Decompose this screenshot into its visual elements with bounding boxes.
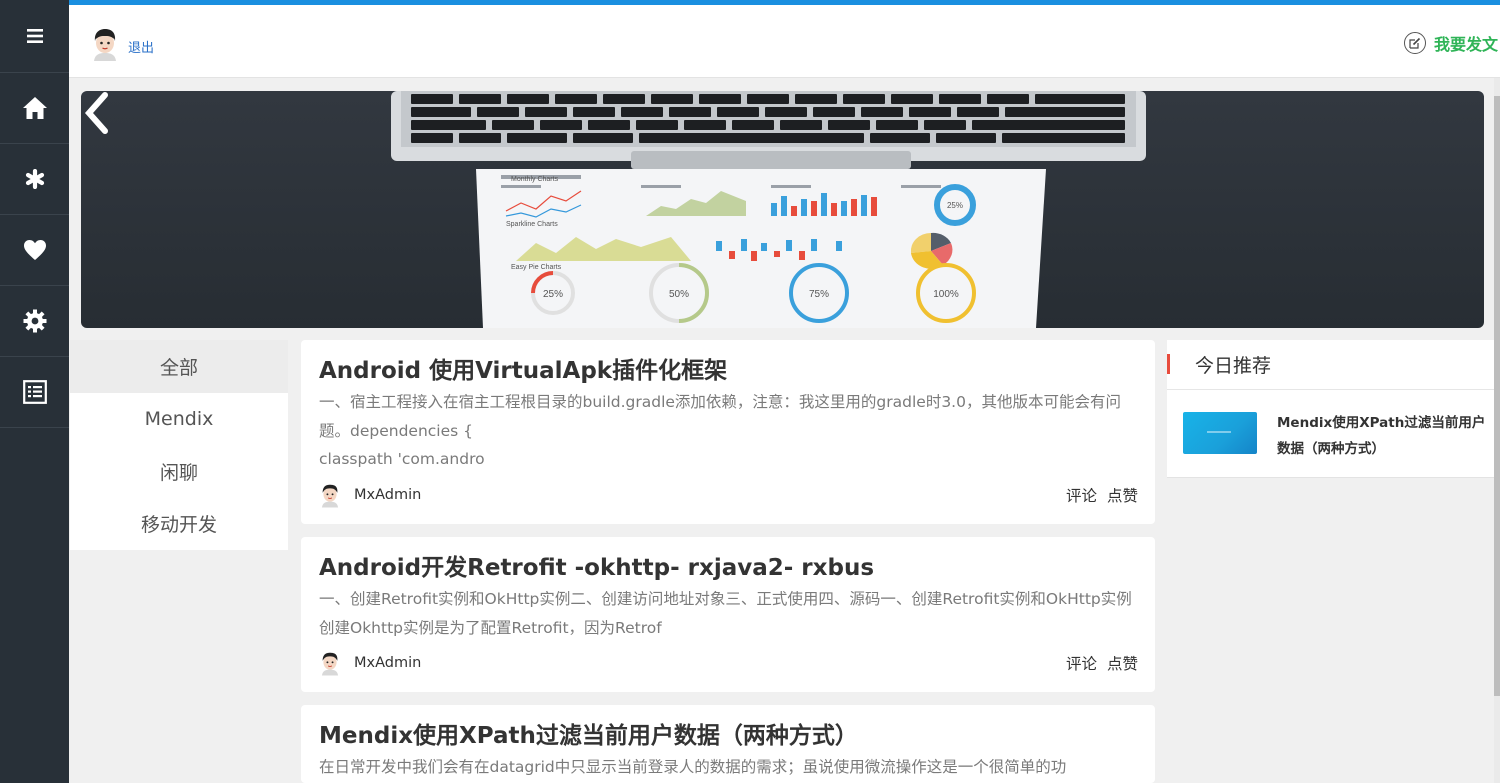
banner-gauge-2: 50% xyxy=(669,289,689,300)
write-post-label: 我要发文 xyxy=(1433,35,1498,54)
category-nav: 全部 Mendix 闲聊 移动开发 xyxy=(70,340,288,550)
menu-icon xyxy=(26,29,43,43)
page-scrollbar[interactable] xyxy=(1494,78,1500,783)
article-meta: MxAdmin 评论 点赞 xyxy=(319,650,1138,676)
category-mobile-dev[interactable]: 移动开发 xyxy=(70,498,288,551)
recommendation-title: Mendix使用XPath过滤当前用户数据（两种方式） xyxy=(1277,415,1486,457)
banner-gauge-1: 25% xyxy=(543,289,563,300)
heart-icon xyxy=(23,240,46,260)
banner-gauge-3: 75% xyxy=(809,289,829,300)
article-actions: 评论 点赞 xyxy=(1066,652,1138,674)
chevron-left-icon xyxy=(84,92,108,134)
article-meta: MxAdmin 评论 点赞 xyxy=(319,482,1138,508)
author-avatar[interactable] xyxy=(319,650,341,676)
sidebar-item-home[interactable] xyxy=(0,73,69,144)
category-chat[interactable]: 闲聊 xyxy=(70,445,288,498)
top-bar: 退出 我要发文 xyxy=(69,0,1500,78)
article-summary-continued: classpath 'com.andro xyxy=(319,450,485,468)
banner-section-sparkline: Sparkline Charts xyxy=(506,221,558,228)
recommendation-item[interactable]: Mendix使用XPath过滤当前用户数据（两种方式） xyxy=(1167,390,1497,462)
sidebar-item-favorites[interactable] xyxy=(0,215,69,286)
recommendation-heading: 今日推荐 xyxy=(1167,340,1497,390)
comment-button[interactable]: 评论 xyxy=(1066,652,1097,674)
category-all[interactable]: 全部 xyxy=(70,340,288,393)
banner-section-pie: Easy Pie Charts xyxy=(511,264,562,271)
article-summary: 一、创建Retrofit实例和OkHttp实例二、创建访问地址对象三、正式使用四… xyxy=(319,590,1132,637)
scrollbar-thumb[interactable] xyxy=(1494,96,1500,696)
logout-link[interactable]: 退出 xyxy=(128,37,154,56)
avatar[interactable] xyxy=(90,27,120,61)
banner-image: 25% Sparkline Charts Easy Pie Charts 25%… xyxy=(391,91,1146,328)
banner-doc-title: Monthly Charts xyxy=(511,176,559,183)
article-title[interactable]: Android 使用VirtualApk插件化框架 xyxy=(319,356,1138,386)
carousel-prev-button[interactable] xyxy=(81,91,111,135)
like-button[interactable]: 点赞 xyxy=(1107,652,1138,674)
home-icon xyxy=(22,97,47,119)
article-summary: 在日常开发中我们会有在datagrid中只显示当前登录人的数据的需求；虽说使用微… xyxy=(319,758,1067,776)
article-title[interactable]: Mendix使用XPath过滤当前用户数据（两种方式） xyxy=(319,721,1138,751)
recommendation-thumbnail xyxy=(1183,412,1257,454)
menu-toggle-button[interactable] xyxy=(0,0,69,73)
article-title[interactable]: Android开发Retrofit -okhttp- rxjava2- rxbu… xyxy=(319,553,1138,583)
author-name[interactable]: MxAdmin xyxy=(354,655,421,671)
article-card: Android 使用VirtualApk插件化框架 一、宿主工程接入在宿主工程根… xyxy=(301,340,1155,524)
author-name[interactable]: MxAdmin xyxy=(354,487,421,503)
banner-gauge-4: 100% xyxy=(933,289,959,300)
banner-carousel: 25% Sparkline Charts Easy Pie Charts 25%… xyxy=(81,91,1484,328)
sidebar-item-settings[interactable] xyxy=(0,286,69,357)
gear-icon xyxy=(23,309,46,333)
edit-icon xyxy=(1403,32,1426,54)
article-card: Android开发Retrofit -okhttp- rxjava2- rxbu… xyxy=(301,537,1155,692)
article-card: Mendix使用XPath过滤当前用户数据（两种方式） 在日常开发中我们会有在d… xyxy=(301,705,1155,783)
list-icon xyxy=(22,380,47,404)
sidebar-item-asterisk[interactable] xyxy=(0,144,69,215)
article-actions: 评论 点赞 xyxy=(1066,484,1138,506)
category-mendix[interactable]: Mendix xyxy=(70,393,288,446)
like-button[interactable]: 点赞 xyxy=(1107,484,1138,506)
sidebar-item-list[interactable] xyxy=(0,357,69,428)
comment-button[interactable]: 评论 xyxy=(1066,484,1097,506)
svg-text:25%: 25% xyxy=(947,201,963,210)
recommendation-panel: 今日推荐 Mendix使用XPath过滤当前用户数据（两种方式） xyxy=(1167,340,1497,478)
article-summary: 一、宿主工程接入在宿主工程根目录的build.gradle添加依赖，注意：我这里… xyxy=(319,393,1121,440)
asterisk-icon xyxy=(25,169,44,189)
sidebar-rail xyxy=(0,0,69,783)
write-post-button[interactable]: 我要发文 xyxy=(1403,31,1498,55)
author-avatar[interactable] xyxy=(319,482,341,508)
